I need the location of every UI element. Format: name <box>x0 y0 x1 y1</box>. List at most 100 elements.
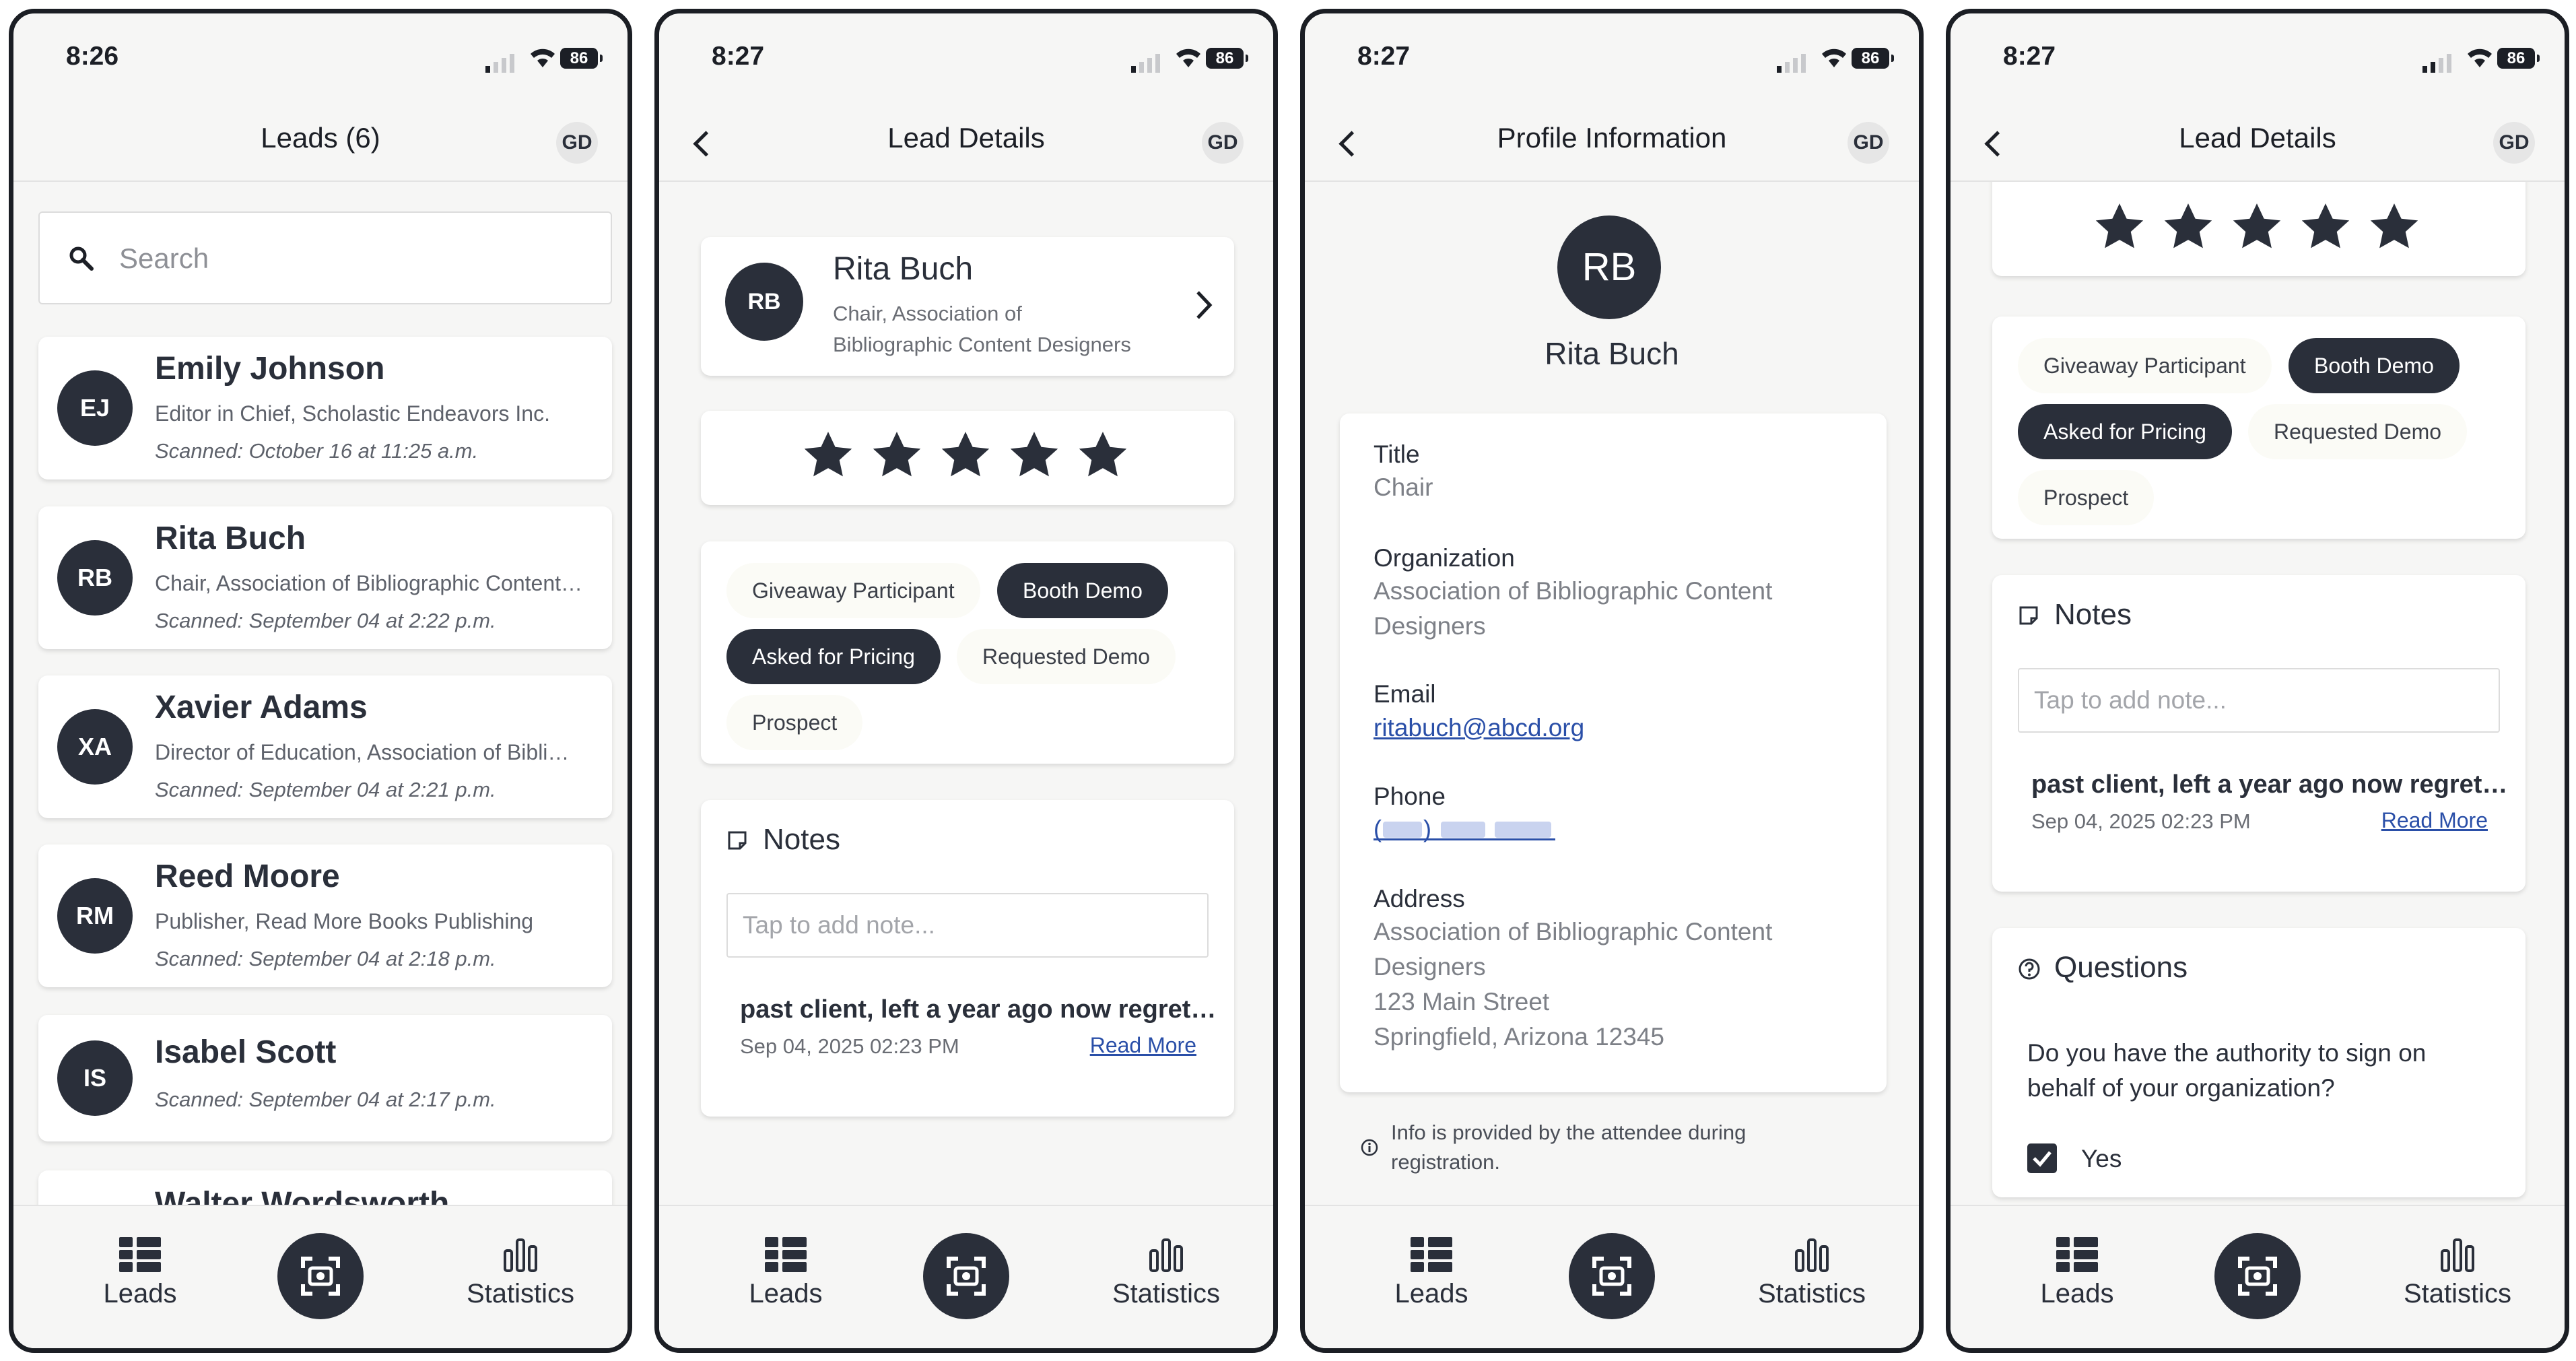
note-input[interactable]: Tap to add note... <box>2018 668 2500 733</box>
tag-chip[interactable]: Giveaway Participant <box>726 563 980 618</box>
search-input[interactable] <box>119 233 590 284</box>
scan-button[interactable] <box>1569 1233 1655 1319</box>
lead-title: Editor in Chief, Scholastic Endeavors In… <box>155 401 550 426</box>
info-note: Info is provided by the attendee during … <box>1391 1118 1746 1177</box>
page-title: Lead Details <box>2179 122 2336 154</box>
star-icon[interactable] <box>801 428 856 483</box>
question-icon <box>2019 958 2040 980</box>
nav-leads[interactable]: Leads <box>2010 1237 2144 1309</box>
scan-icon <box>301 1257 340 1296</box>
lead-scanned: Scanned: September 04 at 2:21 p.m. <box>155 778 496 801</box>
tag-chip[interactable]: Requested Demo <box>2248 404 2468 459</box>
lead-card[interactable]: EJ Emily Johnson Editor in Chief, Schola… <box>38 337 612 479</box>
lead-details-area[interactable]: Giveaway Participant Booth Demo Asked fo… <box>1951 182 2565 1205</box>
notes-heading: Notes <box>2019 598 2132 632</box>
status-bar: 8:27 86 <box>1305 13 1919 100</box>
star-icon[interactable] <box>1075 428 1130 483</box>
read-more-link[interactable]: Read More <box>1090 1033 1196 1058</box>
star-rating[interactable] <box>2092 199 2422 255</box>
nav-statistics-label: Statistics <box>2403 1279 2512 1308</box>
notes-card: Notes Tap to add note... past client, le… <box>1992 575 2526 892</box>
read-more-link[interactable]: Read More <box>2381 808 2488 833</box>
tag-chip[interactable]: Asked for Pricing <box>726 629 941 684</box>
avatar: RM <box>57 878 133 954</box>
star-icon[interactable] <box>1007 428 1062 483</box>
battery-icon: 86 <box>2497 48 2540 69</box>
scan-icon <box>947 1257 986 1296</box>
question-text-line-1: Do you have the authority to sign on <box>2027 1039 2427 1067</box>
profile-area[interactable]: RB Rita Buch Title Chair Organization As… <box>1305 182 1919 1205</box>
grid-icon <box>2056 1237 2098 1272</box>
lead-summary-card[interactable]: RB Rita Buch Chair, Association of Bibli… <box>701 237 1234 376</box>
nav-statistics[interactable]: Statistics <box>1099 1237 1233 1309</box>
tag-chip[interactable]: Prospect <box>726 695 863 750</box>
status-bar: 8:26 86 <box>13 13 628 100</box>
lead-title: Publisher, Read More Books Publishing <box>155 909 534 933</box>
tag-chip[interactable]: Giveaway Participant <box>2018 338 2272 393</box>
wifi-icon <box>1176 48 1200 67</box>
question-text-line-2: behalf of your organization? <box>2027 1074 2335 1102</box>
star-rating[interactable] <box>801 428 1130 483</box>
header: Lead Details GD <box>659 100 1273 182</box>
status-time: 8:26 <box>66 42 119 71</box>
nav-leads[interactable]: Leads <box>73 1237 207 1309</box>
search-box[interactable] <box>38 211 612 304</box>
rating-card <box>701 411 1234 505</box>
avatar: RB <box>725 263 803 341</box>
rating-card <box>1992 182 2526 276</box>
organization-value-line-1: Association of Bibliographic Content <box>1374 577 1773 605</box>
tag-chip[interactable]: Booth Demo <box>997 563 1168 618</box>
star-icon[interactable] <box>2367 199 2422 255</box>
bottom-nav: Leads Statistics <box>1305 1205 1919 1348</box>
phone-link-redacted[interactable]: ( ) <box>1374 817 1555 841</box>
star-icon[interactable] <box>2229 199 2284 255</box>
leads-list-area[interactable]: EJ Emily Johnson Editor in Chief, Schola… <box>13 182 628 1205</box>
tag-chip[interactable]: Prospect <box>2018 470 2155 525</box>
lead-card[interactable]: RM Reed Moore Publisher, Read More Books… <box>38 844 612 987</box>
tag-chip[interactable]: Requested Demo <box>957 629 1176 684</box>
nav-statistics-label: Statistics <box>1112 1279 1221 1308</box>
lead-card[interactable]: XA Xavier Adams Director of Education, A… <box>38 675 612 818</box>
user-avatar[interactable]: GD <box>556 122 598 164</box>
nav-leads[interactable]: Leads <box>718 1237 853 1309</box>
scan-button[interactable] <box>2214 1233 2301 1319</box>
lead-card[interactable]: RB Rita Buch Chair, Association of Bibli… <box>38 506 612 649</box>
star-icon[interactable] <box>2161 199 2216 255</box>
phone-label: Phone <box>1374 783 1446 810</box>
signal-icon <box>1131 54 1160 73</box>
scan-button[interactable] <box>923 1233 1009 1319</box>
note-text: past client, left a year ago now regret… <box>740 995 1217 1024</box>
star-icon[interactable] <box>938 428 993 483</box>
status-bar: 8:27 86 <box>1951 13 2565 100</box>
nav-leads-label: Leads <box>2040 1279 2114 1308</box>
note-input[interactable]: Tap to add note... <box>726 893 1209 958</box>
user-avatar[interactable]: GD <box>1202 122 1244 164</box>
nav-statistics[interactable]: Statistics <box>1744 1237 1879 1309</box>
lead-name: Reed Moore <box>155 859 340 894</box>
tag-chip[interactable]: Booth Demo <box>2289 338 2460 393</box>
user-avatar[interactable]: GD <box>1848 122 1889 164</box>
bar-chart-icon <box>504 1238 537 1272</box>
profile-info-card: Title Chair Organization Association of … <box>1340 413 1887 1092</box>
star-icon[interactable] <box>869 428 924 483</box>
tag-chip[interactable]: Asked for Pricing <box>2018 404 2232 459</box>
star-icon[interactable] <box>2092 199 2147 255</box>
bottom-nav: Leads Statistics <box>1951 1205 2565 1348</box>
lead-details-area[interactable]: RB Rita Buch Chair, Association of Bibli… <box>659 182 1273 1205</box>
scan-icon <box>2238 1257 2277 1296</box>
status-bar: 8:27 86 <box>659 13 1273 100</box>
lead-title: Chair, Association of Bibliographic Cont… <box>155 571 583 595</box>
nav-leads[interactable]: Leads <box>1364 1237 1499 1309</box>
star-icon[interactable] <box>2298 199 2353 255</box>
grid-icon <box>765 1237 807 1272</box>
nav-statistics[interactable]: Statistics <box>453 1237 588 1309</box>
scan-button[interactable] <box>277 1233 364 1319</box>
nav-statistics[interactable]: Statistics <box>2390 1237 2525 1309</box>
lead-card[interactable]: Walter Wordsworth <box>38 1170 612 1205</box>
title-value: Chair <box>1374 473 1433 501</box>
lead-card[interactable]: IS Isabel Scott Scanned: September 04 at… <box>38 1015 612 1141</box>
checkbox-yes[interactable] <box>2027 1143 2057 1173</box>
battery-icon: 86 <box>1852 48 1894 69</box>
user-avatar[interactable]: GD <box>2493 122 2535 164</box>
email-link[interactable]: ritabuch@abcd.org <box>1374 714 1584 742</box>
